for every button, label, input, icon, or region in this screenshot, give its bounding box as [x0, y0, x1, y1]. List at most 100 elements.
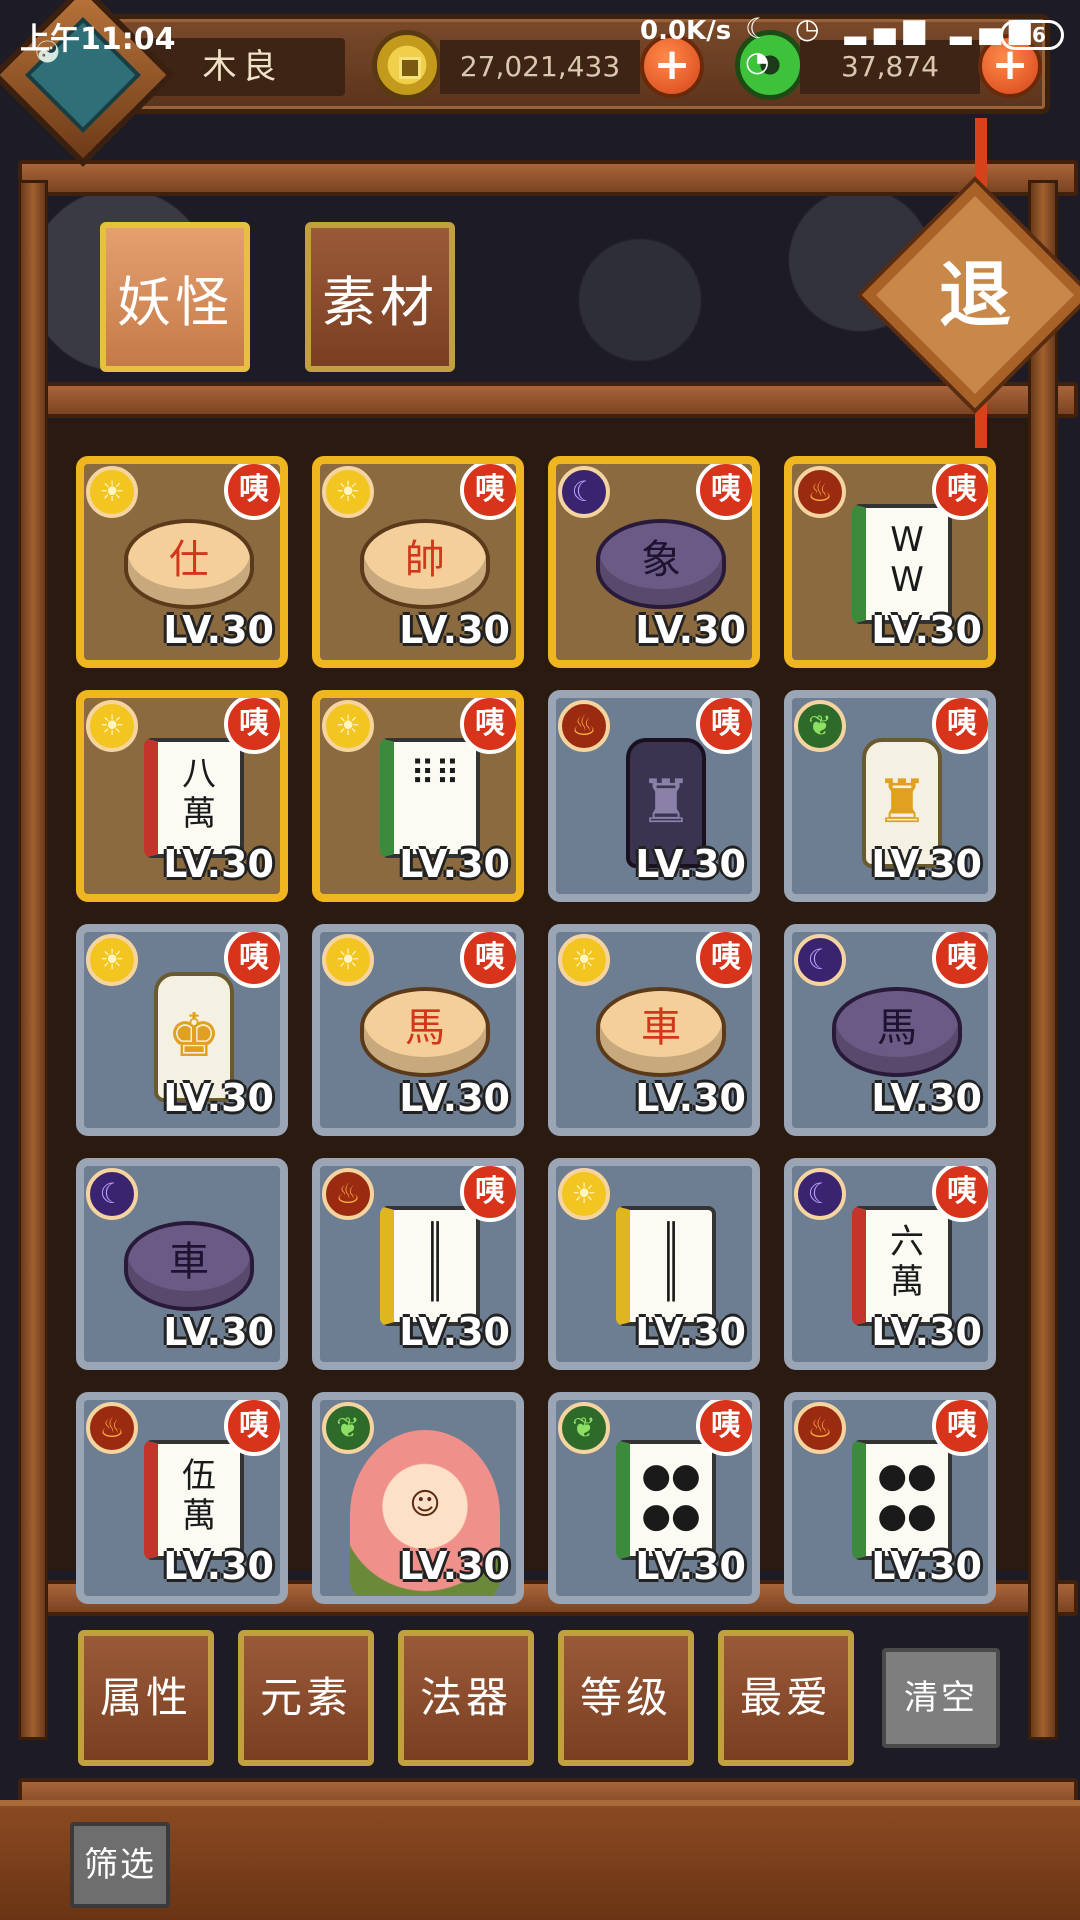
monster-card[interactable]: 象 ☾ 咦 LV.30 [548, 456, 760, 668]
leaf-element-icon: ❦ [558, 1402, 610, 1454]
monster-level: LV.30 [871, 608, 982, 652]
monster-level: LV.30 [635, 1076, 746, 1120]
monster-card[interactable]: 帥 ☀ 咦 LV.30 [312, 456, 524, 668]
new-badge: 咦 [696, 932, 752, 988]
clear-filter-button[interactable]: 清空 [882, 1648, 1000, 1748]
monster-level: LV.30 [635, 1310, 746, 1354]
sun-element-icon: ☀ [558, 934, 610, 986]
fire-element-icon: ♨ [794, 1402, 846, 1454]
filter-favorite-button[interactable]: 最爱 [718, 1630, 854, 1766]
status-network-speed: 0.0K/s [640, 16, 732, 46]
monster-portrait: W W [852, 504, 952, 624]
new-badge: 咦 [224, 932, 280, 988]
monster-portrait: ●● ●● [616, 1440, 716, 1560]
fire-element-icon: ♨ [322, 1168, 374, 1220]
monster-card[interactable]: W W ♨ 咦 LV.30 [784, 456, 996, 668]
monster-portrait: 象 [596, 519, 726, 609]
monster-card[interactable]: 六 萬 ☾ 咦 LV.30 [784, 1158, 996, 1370]
fire-element-icon: ♨ [558, 700, 610, 752]
monster-card[interactable]: 馬 ☾ 咦 LV.30 [784, 924, 996, 1136]
new-badge: 咦 [460, 932, 516, 988]
monster-level: LV.30 [871, 1544, 982, 1588]
monster-level: LV.30 [635, 1544, 746, 1588]
monster-level: LV.30 [399, 1544, 510, 1588]
monster-portrait: 帥 [360, 519, 490, 609]
monster-card[interactable]: 仕 ☀ 咦 LV.30 [76, 456, 288, 668]
new-badge: 咦 [224, 1400, 280, 1456]
monster-card[interactable]: ●● ●● ❦ 咦 LV.30 [548, 1392, 760, 1604]
tab-monsters[interactable]: 妖怪 [100, 222, 250, 372]
monster-level: LV.30 [163, 1076, 274, 1120]
monster-level: LV.30 [399, 842, 510, 886]
monster-card[interactable]: ●● ●● ♨ 咦 LV.30 [784, 1392, 996, 1604]
cabinet-top-beam [18, 160, 1078, 196]
sun-element-icon: ☀ [322, 466, 374, 518]
leaf-element-icon: ❦ [794, 700, 846, 752]
monster-card[interactable]: ♚ ☀ 咦 LV.30 [76, 924, 288, 1136]
monster-card[interactable]: 車 ☾ LV.30 [76, 1158, 288, 1370]
monster-card[interactable]: 八 萬 ☀ 咦 LV.30 [76, 690, 288, 902]
battery-icon: 56 [1000, 20, 1064, 50]
monster-card[interactable]: 車 ☀ 咦 LV.30 [548, 924, 760, 1136]
monster-level: LV.30 [635, 608, 746, 652]
new-badge: 咦 [932, 464, 988, 520]
monster-portrait: 六 萬 [852, 1206, 952, 1326]
gold-amount: 27,021,433 [440, 40, 640, 94]
new-badge: 咦 [696, 1400, 752, 1456]
monster-portrait: ⠿⠿ [380, 738, 480, 858]
monster-portrait: 伍 萬 [144, 1440, 244, 1560]
monster-portrait: ●● ●● [852, 1440, 952, 1560]
monster-portrait: 車 [596, 987, 726, 1077]
monster-card[interactable]: ♜ ❦ 咦 LV.30 [784, 690, 996, 902]
monster-level: LV.30 [871, 1076, 982, 1120]
gold-coin-icon [372, 30, 442, 100]
monster-level: LV.30 [635, 842, 746, 886]
fire-element-icon: ♨ [86, 1402, 138, 1454]
filter-attribute-button[interactable]: 属性 [78, 1630, 214, 1766]
new-badge: 咦 [460, 698, 516, 754]
monster-portrait: 車 [124, 1221, 254, 1311]
monster-card[interactable]: ♜ ♨ 咦 LV.30 [548, 690, 760, 902]
new-badge: 咦 [224, 464, 280, 520]
cabinet-left-post [18, 180, 48, 1740]
monster-card[interactable]: ⠿⠿ ☀ 咦 LV.30 [312, 690, 524, 902]
new-badge: 咦 [696, 464, 752, 520]
monster-card[interactable]: ☺ ❦ LV.30 [312, 1392, 524, 1604]
new-badge: 咦 [224, 698, 280, 754]
sun-element-icon: ☀ [86, 934, 138, 986]
new-badge: 咦 [932, 1400, 988, 1456]
filter-element-button[interactable]: 元素 [238, 1630, 374, 1766]
sun-element-icon: ☀ [558, 1168, 610, 1220]
leaf-element-icon: ❦ [322, 1402, 374, 1454]
monster-level: LV.30 [399, 1076, 510, 1120]
monster-level: LV.30 [871, 842, 982, 886]
moon-element-icon: ☾ [86, 1168, 138, 1220]
sun-element-icon: ☀ [86, 466, 138, 518]
moon-element-icon: ☾ [794, 934, 846, 986]
tab-materials[interactable]: 素材 [305, 222, 455, 372]
monster-level: LV.30 [163, 1310, 274, 1354]
moon-element-icon: ☾ [794, 1168, 846, 1220]
monster-card[interactable]: ║ ║ ♨ 咦 LV.30 [312, 1158, 524, 1370]
monster-level: LV.30 [163, 608, 274, 652]
monster-portrait: 馬 [360, 987, 490, 1077]
monster-card[interactable]: ║ ║ ☀ LV.30 [548, 1158, 760, 1370]
filter-level-button[interactable]: 等级 [558, 1630, 694, 1766]
new-badge: 咦 [932, 698, 988, 754]
moon-element-icon: ☾ [558, 466, 610, 518]
exit-label: 退 [938, 253, 1011, 337]
cabinet-tab-beam [18, 382, 1078, 418]
new-badge: 咦 [460, 464, 516, 520]
sun-element-icon: ☀ [322, 700, 374, 752]
monster-portrait: ║ ║ [380, 1206, 480, 1326]
monster-portrait: 八 萬 [144, 738, 244, 858]
monster-card[interactable]: 馬 ☀ 咦 LV.30 [312, 924, 524, 1136]
monster-level: LV.30 [163, 1544, 274, 1588]
filter-artifact-button[interactable]: 法器 [398, 1630, 534, 1766]
screen-toggle-button[interactable]: 筛选 [70, 1822, 170, 1908]
monster-card[interactable]: 伍 萬 ♨ 咦 LV.30 [76, 1392, 288, 1604]
sun-element-icon: ☀ [322, 934, 374, 986]
monster-level: LV.30 [399, 608, 510, 652]
monster-level: LV.30 [871, 1310, 982, 1354]
monster-portrait: 馬 [832, 987, 962, 1077]
